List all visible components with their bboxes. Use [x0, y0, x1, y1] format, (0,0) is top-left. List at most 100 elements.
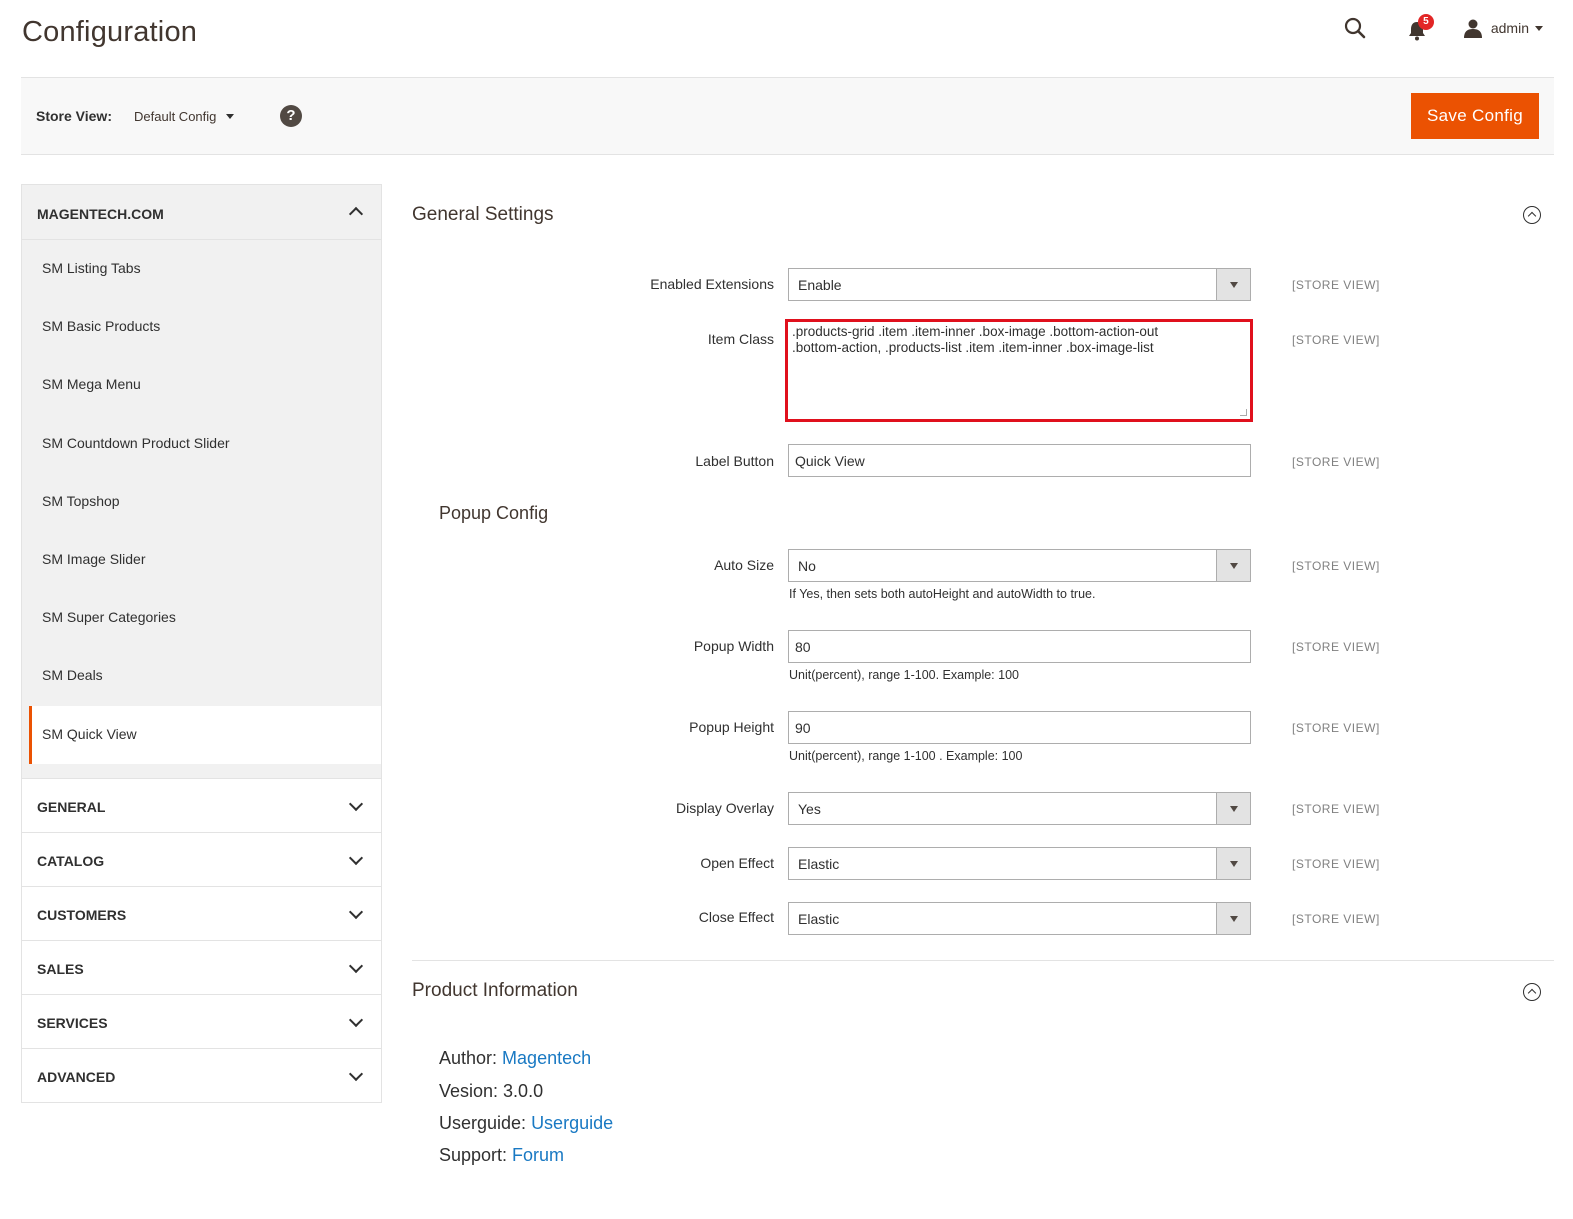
sidebar-item-label: SM Image Slider: [42, 550, 146, 567]
sidebar-groups: GENERAL CATALOG CUSTOMERS SALES SERVICES…: [21, 777, 382, 1103]
sidebar-item-topshop[interactable]: SM Topshop: [22, 473, 381, 531]
scope-label: [STORE VIEW]: [1292, 640, 1380, 654]
auto-size-select[interactable]: No: [788, 549, 1251, 582]
scope-label: [STORE VIEW]: [1292, 857, 1380, 871]
sidebar-group-general[interactable]: GENERAL: [21, 778, 382, 833]
sidebar-section-magentech[interactable]: MAGENTECH.COM: [21, 184, 382, 240]
user-icon: [1463, 19, 1482, 38]
sidebar-section-title: MAGENTECH.COM: [37, 206, 164, 222]
auto-size-note: If Yes, then sets both autoHeight and au…: [789, 587, 1096, 601]
user-menu[interactable]: admin: [1463, 18, 1543, 38]
sidebar-item-label: SM Topshop: [42, 492, 120, 509]
popup-height-input[interactable]: 90: [788, 711, 1251, 744]
sidebar-item-label: SM Mega Menu: [42, 376, 141, 393]
sidebar-group-label: SALES: [37, 960, 84, 977]
sidebar-item-deals[interactable]: SM Deals: [22, 647, 381, 705]
sidebar-item-label: SM Super Categories: [42, 609, 176, 626]
sidebar-item-super-categories[interactable]: SM Super Categories: [22, 589, 381, 647]
resize-handle[interactable]: [1240, 409, 1247, 416]
item-class-textarea[interactable]: .products-grid .item .item-inner .box-im…: [792, 324, 1246, 415]
scope-label: [STORE VIEW]: [1292, 559, 1380, 573]
popup-width-note: Unit(percent), range 1-100. Example: 100: [789, 668, 1019, 682]
chevron-down-icon: [348, 850, 364, 865]
open-effect-select[interactable]: Elastic: [788, 847, 1251, 880]
sidebar-items: SM Listing Tabs SM Basic Products SM Meg…: [21, 240, 382, 764]
sidebar-item-countdown-slider[interactable]: SM Countdown Product Slider: [22, 415, 381, 473]
popup-width-label: Popup Width: [693, 638, 774, 654]
select-value: Yes: [798, 801, 821, 817]
userguide-line: Userguide: Userguide: [439, 1113, 613, 1134]
dropdown-arrow-icon: [1216, 550, 1250, 581]
scope-label: [STORE VIEW]: [1292, 912, 1380, 926]
userguide-link[interactable]: Userguide: [531, 1113, 613, 1133]
sidebar-group-services[interactable]: SERVICES: [21, 994, 382, 1049]
store-view-switcher[interactable]: Default Config: [134, 109, 235, 124]
chevron-down-icon: [348, 958, 364, 973]
chevron-down-icon: [348, 1012, 364, 1027]
help-icon[interactable]: ?: [280, 105, 302, 127]
sidebar-group-label: SERVICES: [37, 1014, 108, 1031]
scope-label: [STORE VIEW]: [1292, 333, 1380, 347]
dropdown-arrow-icon: [1216, 903, 1250, 934]
scope-label: [STORE VIEW]: [1292, 278, 1380, 292]
userguide-label: Userguide:: [439, 1113, 532, 1133]
label-button-input[interactable]: Quick View: [788, 444, 1251, 477]
scope-label: [STORE VIEW]: [1292, 802, 1380, 816]
save-config-button[interactable]: Save Config: [1411, 93, 1539, 139]
notifications-bell-icon[interactable]: 5: [1407, 14, 1434, 41]
item-class-label: Item Class: [707, 331, 774, 347]
search-icon[interactable]: [1343, 16, 1367, 40]
header-actions: 5 admin: [1343, 14, 1543, 42]
scope-label: [STORE VIEW]: [1292, 455, 1380, 469]
sidebar-group-catalog[interactable]: CATALOG: [21, 832, 382, 887]
section-divider: [412, 960, 1554, 961]
enabled-extensions-select[interactable]: Enable: [788, 268, 1251, 301]
sidebar-group-sales[interactable]: SALES: [21, 940, 382, 995]
chevron-down-icon: [348, 904, 364, 919]
sidebar-group-advanced[interactable]: ADVANCED: [21, 1048, 382, 1103]
sidebar-item-label: SM Quick View: [42, 725, 137, 742]
chevron-down-icon: [226, 114, 235, 119]
sidebar-spacer: [21, 763, 382, 778]
item-class-highlight: .products-grid .item .item-inner .box-im…: [785, 319, 1253, 422]
display-overlay-label: Display Overlay: [675, 800, 774, 816]
sidebar-item-listing-tabs[interactable]: SM Listing Tabs: [22, 240, 381, 298]
author-link[interactable]: Magentech: [502, 1048, 591, 1068]
general-settings-title[interactable]: General Settings: [412, 204, 554, 226]
sidebar-item-image-slider[interactable]: SM Image Slider: [22, 531, 381, 589]
dropdown-arrow-icon: [1216, 793, 1250, 824]
sidebar-group-label: GENERAL: [37, 798, 106, 815]
store-view-value: Default Config: [134, 109, 217, 124]
collapse-icon[interactable]: [1523, 983, 1541, 1001]
sidebar-item-label: SM Listing Tabs: [42, 260, 141, 276]
collapse-icon[interactable]: [1523, 206, 1541, 224]
sidebar-item-quick-view[interactable]: SM Quick View: [29, 705, 381, 764]
product-information-title[interactable]: Product Information: [412, 980, 578, 1002]
chevron-up-icon: [348, 206, 364, 222]
support-link[interactable]: Forum: [512, 1145, 564, 1165]
store-view-bar: Store View: Default Config ? Save Config: [21, 77, 1554, 155]
popup-width-input[interactable]: 80: [788, 630, 1251, 663]
page-title: Configuration: [22, 16, 198, 48]
display-overlay-select[interactable]: Yes: [788, 792, 1251, 825]
support-line: Support: Forum: [439, 1145, 564, 1166]
support-label: Support:: [439, 1145, 513, 1165]
chevron-down-icon: [348, 1066, 364, 1081]
sidebar-item-basic-products[interactable]: SM Basic Products: [22, 298, 381, 356]
enabled-extensions-label: Enabled Extensions: [650, 276, 774, 292]
sidebar-item-mega-menu[interactable]: SM Mega Menu: [22, 356, 381, 414]
popup-height-note: Unit(percent), range 1-100 . Example: 10…: [789, 749, 1023, 763]
select-value: Elastic: [798, 911, 840, 927]
select-value: Elastic: [798, 856, 840, 872]
author-line: Author: Magentech: [439, 1048, 591, 1069]
sidebar-group-customers[interactable]: CUSTOMERS: [21, 886, 382, 941]
version-line: Vesion: 3.0.0: [439, 1081, 544, 1101]
close-effect-select[interactable]: Elastic: [788, 902, 1251, 935]
scope-label: [STORE VIEW]: [1292, 721, 1380, 735]
select-value: No: [798, 558, 816, 574]
select-value: Enable: [798, 277, 842, 293]
label-button-label: Label Button: [695, 453, 774, 469]
notification-count-badge: 5: [1417, 14, 1434, 30]
popup-config-title: Popup Config: [439, 503, 549, 523]
sidebar-group-label: CUSTOMERS: [37, 906, 127, 923]
